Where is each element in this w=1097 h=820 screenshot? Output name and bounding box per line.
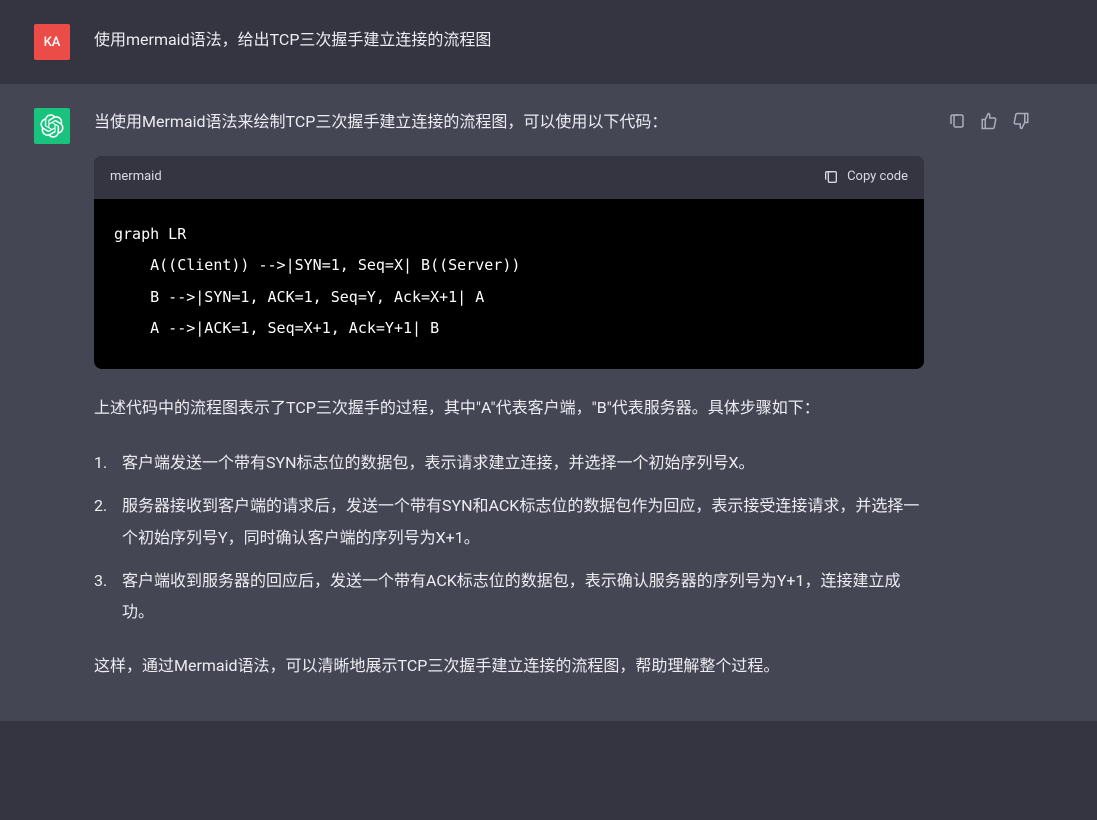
thumbs-down-icon[interactable] (1012, 112, 1030, 130)
user-avatar-text: KA (44, 35, 61, 50)
explanation-text: 上述代码中的流程图表示了TCP三次握手的过程，其中"A"代表客户端，"B"代表服… (94, 393, 924, 423)
copy-code-label: Copy code (847, 166, 908, 189)
assistant-message-content: 当使用Mermaid语法来绘制TCP三次握手建立连接的流程图，可以使用以下代码：… (94, 108, 924, 681)
copy-icon[interactable] (948, 112, 966, 130)
user-message-row: KA 使用mermaid语法，给出TCP三次握手建立连接的流程图 (0, 0, 1097, 84)
step-text: 客户端发送一个带有SYN标志位的数据包，表示请求建立连接，并选择一个初始序列号X… (122, 447, 924, 478)
assistant-message-row: 当使用Mermaid语法来绘制TCP三次握手建立连接的流程图，可以使用以下代码：… (0, 84, 1097, 721)
message-actions (948, 112, 1030, 681)
user-message-content: 使用mermaid语法，给出TCP三次握手建立连接的流程图 (94, 24, 924, 60)
code-block: mermaid Copy code graph LR A((Client)) -… (94, 156, 924, 369)
assistant-avatar (34, 108, 70, 144)
list-item: 服务器接收到客户端的请求后，发送一个带有SYN和ACK标志位的数据包作为回应，表… (94, 490, 924, 552)
copy-code-button[interactable]: Copy code (823, 166, 908, 189)
code-language-label: mermaid (110, 166, 162, 189)
code-header: mermaid Copy code (94, 156, 924, 199)
code-body: graph LR A((Client)) -->|SYN=1, Seq=X| B… (94, 199, 924, 369)
openai-logo-icon (40, 114, 64, 138)
thumbs-up-icon[interactable] (980, 112, 998, 130)
steps-list: 客户端发送一个带有SYN标志位的数据包，表示请求建立连接，并选择一个初始序列号X… (94, 447, 924, 627)
assistant-intro-text: 当使用Mermaid语法来绘制TCP三次握手建立连接的流程图，可以使用以下代码： (94, 108, 924, 136)
clipboard-icon (823, 169, 839, 185)
user-avatar: KA (34, 24, 70, 60)
user-message-text: 使用mermaid语法，给出TCP三次握手建立连接的流程图 (94, 26, 924, 54)
conclusion-text: 这样，通过Mermaid语法，可以清晰地展示TCP三次握手建立连接的流程图，帮助… (94, 651, 924, 681)
list-item: 客户端收到服务器的回应后，发送一个带有ACK标志位的数据包，表示确认服务器的序列… (94, 565, 924, 627)
step-text: 服务器接收到客户端的请求后，发送一个带有SYN和ACK标志位的数据包作为回应，表… (122, 490, 924, 552)
list-item: 客户端发送一个带有SYN标志位的数据包，表示请求建立连接，并选择一个初始序列号X… (94, 447, 924, 478)
step-text: 客户端收到服务器的回应后，发送一个带有ACK标志位的数据包，表示确认服务器的序列… (122, 565, 924, 627)
